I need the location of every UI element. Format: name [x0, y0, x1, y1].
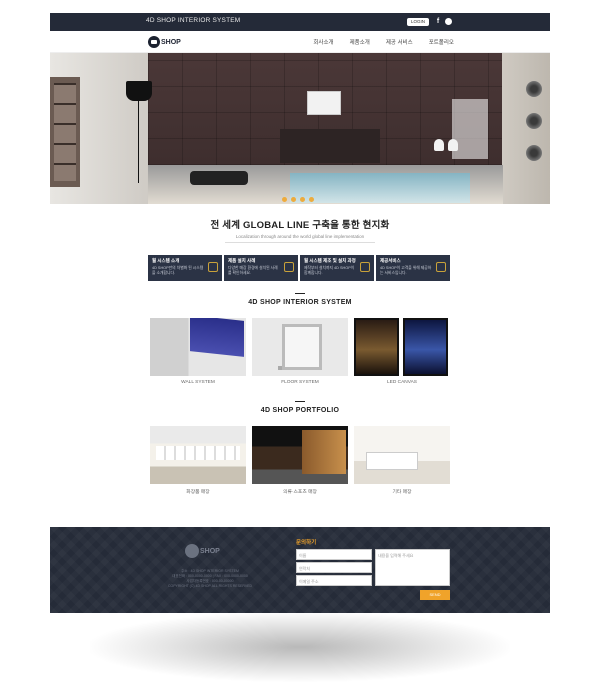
- hero-fixture: [434, 139, 444, 151]
- floor-lamp-pole: [138, 98, 139, 183]
- led-canvas-image: [354, 318, 450, 376]
- info-boxes: 월 시스템 소개 4D SHOP만의 차별화 된 시스템을 소개합니다. 제품 …: [148, 255, 450, 281]
- headline-subtitle: Localization through around the world gl…: [235, 234, 365, 239]
- system-caption: WALL SYSTEM: [181, 380, 215, 385]
- tools-icon: [360, 262, 370, 272]
- logo-mark-icon: [185, 544, 199, 558]
- footer-logo-text: SHOP: [200, 547, 220, 555]
- lounge-chair: [190, 171, 248, 185]
- info-box-process[interactable]: 월 시스템 제조 및 설치 과정 제작부터 설치까지 4D SHOP이 함께합니…: [300, 255, 374, 281]
- portfolio-caption: 의류·스포츠 매장: [283, 490, 317, 495]
- headline-title: 전 세계 GLOBAL LINE 구축을 통한 현지화: [210, 220, 390, 231]
- slider-dot[interactable]: [291, 197, 296, 202]
- section-divider: [295, 293, 305, 294]
- hero-banner: [50, 53, 550, 204]
- movie-poster: [403, 318, 448, 376]
- info-box-cases[interactable]: 제품 설치 사례 다양한 매장 환경에 설치된 사례를 확인하세요.: [224, 255, 298, 281]
- image-icon: [284, 262, 294, 272]
- wall-system-image: [150, 318, 246, 376]
- slider-dots: [282, 197, 314, 202]
- send-button[interactable]: SEND: [420, 590, 450, 600]
- portfolio-item-cosmetics[interactable]: 화장품 매장: [150, 426, 246, 495]
- portfolio-item-apparel[interactable]: 의류·스포츠 매장: [252, 426, 348, 495]
- top-bar-brand: 4D SHOP INTERIOR SYSTEM: [146, 17, 241, 24]
- wall-disc: [526, 145, 542, 161]
- system-caption: FLOOR SYSTEM: [281, 380, 319, 385]
- hero-right-wall: [502, 53, 550, 204]
- logo-mark-icon: [148, 36, 160, 48]
- footer-logo[interactable]: SHOP: [185, 544, 220, 558]
- email-field[interactable]: 이메일 주소: [296, 575, 372, 586]
- footer-info-line: COPYRIGHT (C) 4D SHOP ALL RIGHTS RESERVE…: [167, 584, 253, 588]
- menu-item-products[interactable]: 제품소개: [350, 38, 370, 46]
- slider-dot[interactable]: [309, 197, 314, 202]
- main-nav: SHOP 회사소개 제품소개 제공 서비스 포트폴리오: [50, 31, 550, 53]
- slider-dot[interactable]: [300, 197, 305, 202]
- hero-shelf: [50, 77, 80, 187]
- top-bar: 4D SHOP INTERIOR SYSTEM LOGIN f: [50, 13, 550, 31]
- facebook-icon[interactable]: f: [434, 18, 442, 26]
- info-box-desc: 4D SHOP이 고객을 위해 제공하는 서비스입니다.: [380, 266, 432, 275]
- page-drop-shadow: [90, 612, 510, 682]
- section-title-system: 4D SHOP INTERIOR SYSTEM: [248, 299, 352, 306]
- system-item-led[interactable]: LED CANVAS: [354, 318, 450, 385]
- gear-icon: [436, 262, 446, 272]
- movie-poster: [354, 318, 399, 376]
- floor-lamp: [126, 81, 152, 101]
- name-field[interactable]: 이름: [296, 549, 372, 560]
- wall-disc: [526, 113, 542, 129]
- hero-pool: [290, 173, 470, 203]
- contact-form-title: 문의하기: [296, 540, 317, 546]
- system-grid: WALL SYSTEM FLOOR SYSTEM LED CANVAS: [150, 318, 450, 385]
- info-box-services[interactable]: 제공서비스 4D SHOP이 고객을 위해 제공하는 서비스입니다.: [376, 255, 450, 281]
- cosmetics-store-image: [150, 426, 246, 484]
- menu-item-company[interactable]: 회사소개: [313, 38, 333, 46]
- headline-divider: [225, 242, 375, 243]
- footer: SHOP 주소 : 4D SHOP INTERIOR SYSTEM 대표전화 :…: [50, 527, 550, 613]
- menu-item-services[interactable]: 제공 서비스: [386, 38, 413, 46]
- portfolio-caption: 기타 매장: [392, 490, 412, 495]
- portfolio-caption: 화장품 매장: [186, 490, 210, 495]
- info-box-wall-system[interactable]: 월 시스템 소개 4D SHOP만의 차별화 된 시스템을 소개합니다.: [148, 255, 222, 281]
- menu-item-portfolio[interactable]: 포트폴리오: [429, 38, 454, 46]
- info-box-desc: 4D SHOP만의 차별화 된 시스템을 소개합니다.: [152, 266, 204, 275]
- other-store-image: [354, 426, 450, 484]
- sns-icon[interactable]: [445, 18, 452, 25]
- portfolio-grid: 화장품 매장 의류·스포츠 매장 기타 매장: [150, 426, 450, 495]
- system-item-wall[interactable]: WALL SYSTEM: [150, 318, 246, 385]
- login-button[interactable]: LOGIN: [407, 18, 430, 26]
- menu: 회사소개 제품소개 제공 서비스 포트폴리오: [313, 38, 454, 46]
- info-box-desc: 다양한 매장 환경에 설치된 사례를 확인하세요.: [228, 266, 278, 275]
- logo-text: SHOP: [161, 38, 181, 46]
- section-divider: [295, 401, 305, 402]
- system-item-floor[interactable]: FLOOR SYSTEM: [252, 318, 348, 385]
- apparel-store-image: [252, 426, 348, 484]
- headline-block: 전 세계 GLOBAL LINE 구축을 통한 현지화 Localization…: [50, 217, 550, 243]
- info-box-desc: 제작부터 설치까지 4D SHOP이 함께합니다.: [304, 266, 355, 275]
- slider-dot[interactable]: [282, 197, 287, 202]
- document-icon: [208, 262, 218, 272]
- system-caption: LED CANVAS: [386, 380, 418, 385]
- wall-disc: [526, 81, 542, 97]
- phone-field[interactable]: 연락처: [296, 562, 372, 573]
- website-mockup: 4D SHOP INTERIOR SYSTEM LOGIN f SHOP 회사소…: [50, 13, 550, 613]
- hero-screen: [307, 91, 341, 115]
- section-title-portfolio: 4D SHOP PORTFOLIO: [260, 407, 340, 414]
- message-field[interactable]: 내용을 입력해 주세요: [375, 549, 450, 586]
- site-logo[interactable]: SHOP: [148, 35, 181, 49]
- hero-counter: [280, 129, 380, 163]
- portfolio-item-other[interactable]: 기타 매장: [354, 426, 450, 495]
- footer-info: 주소 : 4D SHOP INTERIOR SYSTEM 대표전화 : 000-…: [150, 569, 270, 589]
- floor-system-image: [252, 318, 348, 376]
- hero-fixture: [448, 139, 458, 151]
